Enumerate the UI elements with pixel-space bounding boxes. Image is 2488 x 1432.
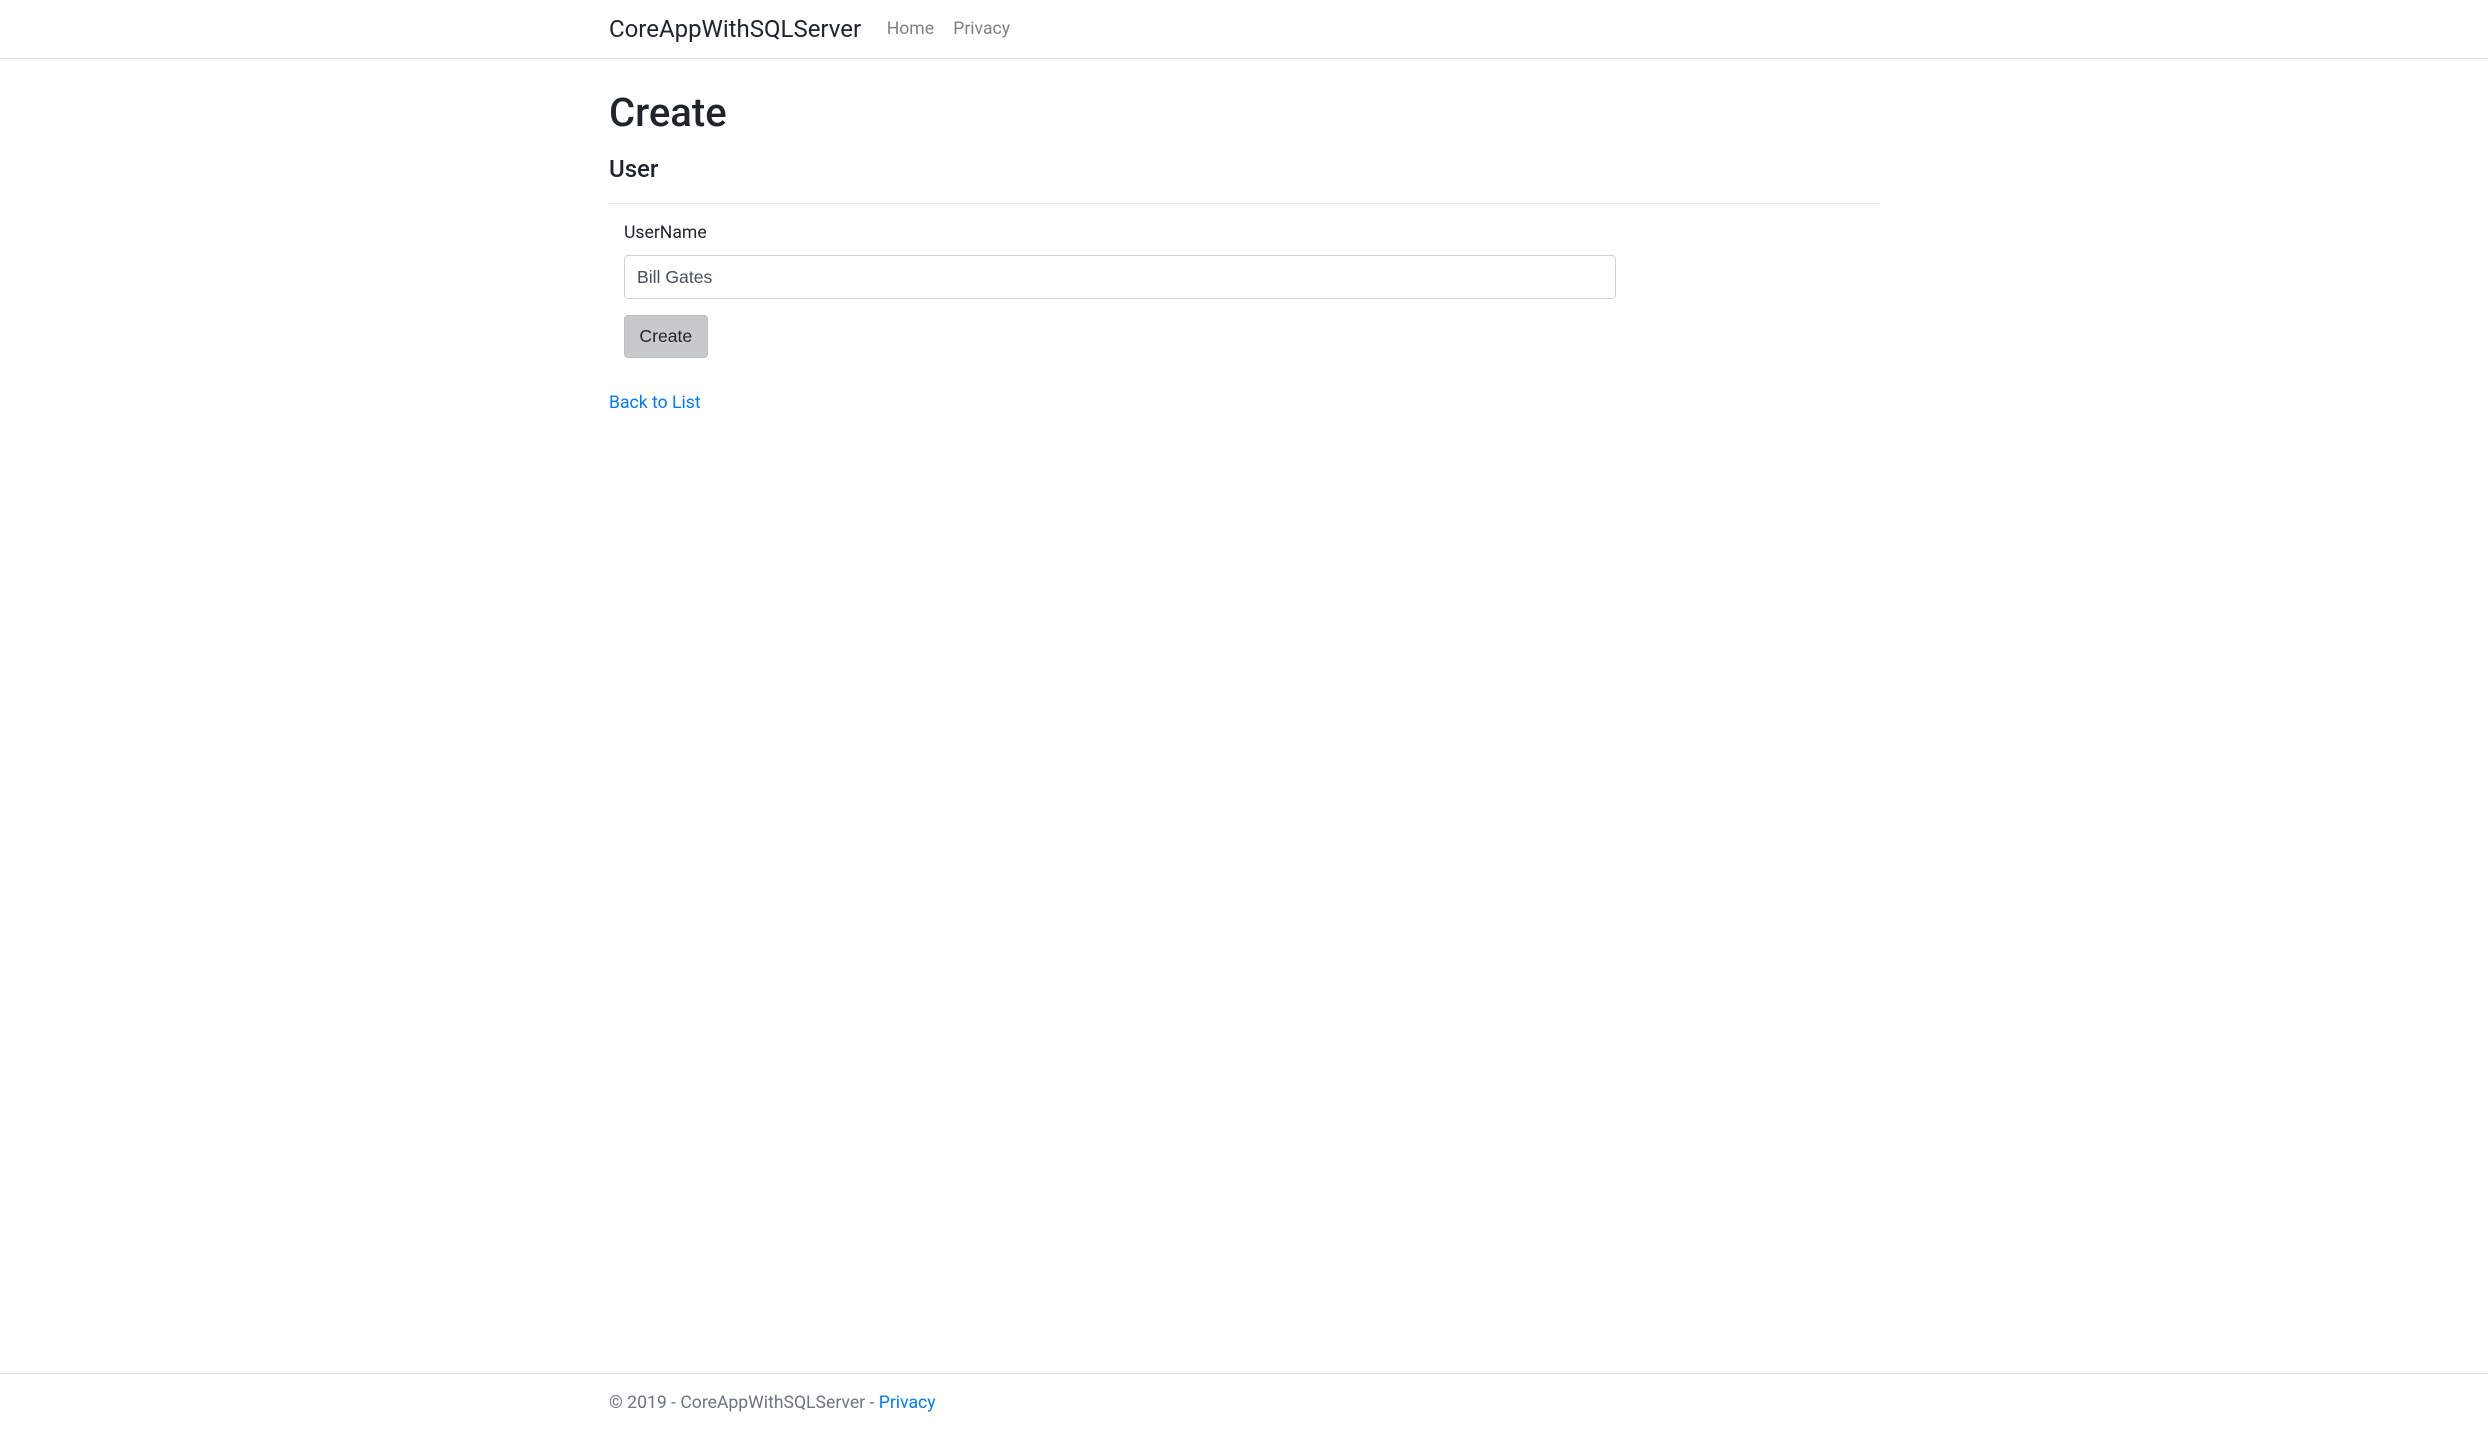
divider <box>609 203 1879 204</box>
main-content: Create User UserName Create Back to List <box>0 59 2488 1372</box>
nav-link-home[interactable]: Home <box>877 8 944 50</box>
page-subtitle: User <box>609 151 1879 187</box>
username-input[interactable] <box>624 255 1616 299</box>
footer-privacy-link[interactable]: Privacy <box>879 1393 936 1413</box>
username-label: UserName <box>624 220 707 246</box>
footer: © 2019 - CoreAppWithSQLServer - Privacy <box>0 1373 2488 1432</box>
create-user-form: UserName Create <box>624 220 1864 358</box>
footer-copyright: © 2019 - CoreAppWithSQLServer - <box>609 1393 879 1413</box>
page-title: Create <box>609 83 1879 143</box>
nav-link-privacy[interactable]: Privacy <box>944 8 1020 50</box>
navbar-brand[interactable]: CoreAppWithSQLServer <box>609 11 861 47</box>
create-button[interactable]: Create <box>624 315 708 358</box>
back-to-list-link[interactable]: Back to List <box>609 390 701 416</box>
navbar: CoreAppWithSQLServer Home Privacy <box>0 0 2488 59</box>
